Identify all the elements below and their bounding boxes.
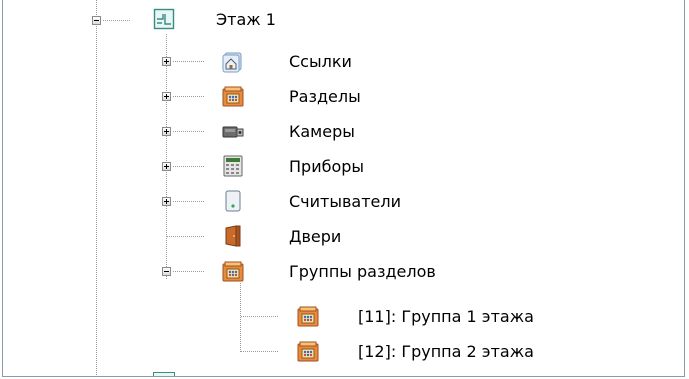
partition-group-icon: [222, 261, 244, 282]
tree-node-doors[interactable]: Двери: [3, 222, 683, 252]
tree-node-partitions[interactable]: Разделы: [3, 82, 683, 112]
tree-connector: [241, 351, 279, 352]
expand-toggle[interactable]: [162, 57, 171, 66]
tree-connector: [173, 96, 205, 97]
device-panel-icon: [223, 155, 243, 177]
tree-node-cameras[interactable]: Камеры: [3, 117, 683, 147]
tree-node-label: Группы разделов: [289, 262, 436, 281]
floor-plan-icon: [153, 8, 175, 30]
tree-node-label: Двери: [289, 227, 342, 246]
tree-node-readers[interactable]: Считыватели: [3, 187, 683, 217]
expand-toggle[interactable]: [162, 197, 171, 206]
tree-connector: [167, 236, 205, 237]
card-reader-icon: [225, 190, 241, 212]
tree-node-label: [12]: Группа 2 этажа: [358, 342, 534, 361]
tree-node-next-partial[interactable]: [153, 372, 175, 376]
tree-view: Этаж 1 Ссылки Разделы Камеры Приборы Счи…: [2, 0, 685, 377]
tree-connector: [173, 166, 205, 167]
tree-node-devices[interactable]: Приборы: [3, 152, 683, 182]
partition-icon: [222, 86, 244, 107]
collapse-toggle[interactable]: [92, 16, 101, 25]
tree-node-group-11[interactable]: [11]: Группа 1 этажа: [3, 302, 683, 332]
expand-toggle[interactable]: [162, 92, 171, 101]
expand-toggle[interactable]: [162, 162, 171, 171]
tree-node-label: Считыватели: [289, 192, 401, 211]
camera-icon: [222, 126, 244, 138]
tree-node-links[interactable]: Ссылки: [3, 47, 683, 77]
tree-connector: [173, 131, 205, 132]
tree-node-label: Камеры: [289, 122, 355, 141]
tree-node-label[interactable]: Этаж 1: [216, 10, 276, 30]
tree-node-label: Приборы: [289, 157, 365, 176]
tree-node-label: Ссылки: [289, 52, 352, 71]
tree-node-partition-groups[interactable]: Группы разделов: [3, 257, 683, 287]
expand-toggle[interactable]: [162, 127, 171, 136]
tree-node-group-12[interactable]: [12]: Группа 2 этажа: [3, 337, 683, 367]
tree-connector: [173, 271, 205, 272]
tree-node-label: [11]: Группа 1 этажа: [358, 307, 534, 326]
tree-connector: [173, 201, 205, 202]
tree-connector: [241, 316, 279, 317]
partition-icon: [297, 341, 319, 362]
door-icon: [225, 225, 241, 247]
tree-connector: [103, 20, 131, 21]
partition-icon: [297, 306, 319, 327]
house-link-icon: [222, 52, 242, 73]
tree-connector: [173, 61, 205, 62]
collapse-toggle[interactable]: [162, 267, 171, 276]
tree-node-label: Разделы: [289, 87, 361, 106]
